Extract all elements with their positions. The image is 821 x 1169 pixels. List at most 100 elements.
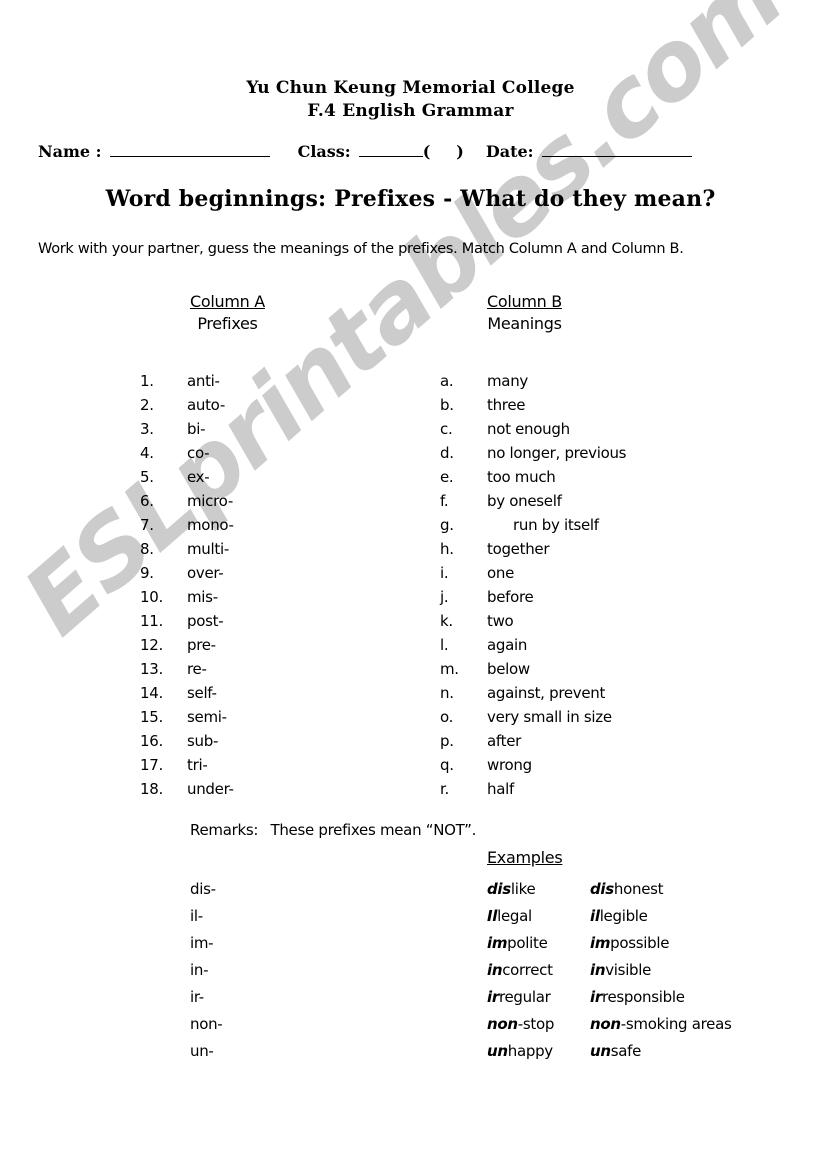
prefix-item[interactable]: 16. sub- — [140, 729, 234, 753]
meaning-item-value: against, prevent — [487, 684, 606, 702]
prefix-item[interactable]: 4. co- — [140, 441, 234, 465]
meaning-item[interactable]: j. before — [440, 585, 626, 609]
meaning-item-marker: a. — [440, 372, 454, 390]
example-word-2: impossible — [590, 934, 670, 952]
prefix-item-marker: 1. — [140, 372, 154, 390]
meaning-item-marker: q. — [440, 756, 454, 774]
prefix-item[interactable]: 14. self- — [140, 681, 234, 705]
meaning-item[interactable]: g. run by itself — [440, 513, 626, 537]
prefix-item-marker: 17. — [140, 756, 163, 774]
prefix-item-value: ex- — [187, 468, 210, 486]
example-row: im-impolite impossible — [190, 930, 732, 957]
prefix-item[interactable]: 12. pre- — [140, 633, 234, 657]
meaning-item-marker: h. — [440, 540, 454, 558]
meaning-item[interactable]: b. three — [440, 393, 626, 417]
paren-open: ( — [422, 142, 431, 161]
example-word-1: irregular — [487, 988, 551, 1006]
meaning-item[interactable]: q. wrong — [440, 753, 626, 777]
prefix-item-marker: 18. — [140, 780, 163, 798]
example-word-2-affix: in — [590, 961, 606, 979]
example-row: dis-dislike dishonest — [190, 876, 732, 903]
meaning-item[interactable]: k. two — [440, 609, 626, 633]
meaning-item[interactable]: f. by oneself — [440, 489, 626, 513]
prefix-item-value: over- — [187, 564, 224, 582]
prefix-item-marker: 16. — [140, 732, 163, 750]
student-info-row: Name : Class: ( ) Date: — [38, 142, 783, 161]
example-word-1: impolite — [487, 934, 548, 952]
meaning-item-value: not enough — [487, 420, 570, 438]
prefix-item-marker: 5. — [140, 468, 154, 486]
prefix-item[interactable]: 3. bi- — [140, 417, 234, 441]
prefix-item-marker: 14. — [140, 684, 163, 702]
meaning-item-marker: j. — [440, 588, 449, 606]
example-word-2: illegible — [590, 907, 648, 925]
prefix-list: 1. anti- 2. auto- 3. bi- 4. co- 5. ex- 6. micro- 7. m… — [140, 369, 234, 801]
meaning-item[interactable]: m. below — [440, 657, 626, 681]
prefix-item[interactable]: 11. post- — [140, 609, 234, 633]
meaning-item[interactable]: p. after — [440, 729, 626, 753]
example-word-1: non-stop — [487, 1015, 555, 1033]
meaning-item-value: before — [487, 588, 534, 606]
example-word-2: irresponsible — [590, 988, 685, 1006]
example-word-1-affix: Il — [487, 907, 498, 925]
meaning-item-marker: c. — [440, 420, 453, 438]
meaning-item[interactable]: o. very small in size — [440, 705, 626, 729]
meaning-item-value: many — [487, 372, 528, 390]
prefix-item[interactable]: 10. mis- — [140, 585, 234, 609]
prefix-item[interactable]: 7. mono- — [140, 513, 234, 537]
prefix-item[interactable]: 5. ex- — [140, 465, 234, 489]
meaning-item-marker: i. — [440, 564, 449, 582]
name-input-rule[interactable] — [109, 143, 270, 157]
meaning-item-marker: e. — [440, 468, 454, 486]
meaning-item-value: very small in size — [487, 708, 612, 726]
prefix-item-value: mono- — [187, 516, 234, 534]
example-prefix: ir- — [190, 988, 204, 1006]
example-prefix: il- — [190, 907, 203, 925]
meaning-item[interactable]: e. too much — [440, 465, 626, 489]
example-word-2-affix: ir — [590, 988, 602, 1006]
prefix-item[interactable]: 8. multi- — [140, 537, 234, 561]
prefix-item-value: pre- — [187, 636, 216, 654]
worksheet-page: Yu Chun Keung Memorial College F.4 Engli… — [0, 0, 821, 1169]
meaning-list: a. many b. three c. not enough d. no longer, pr… — [440, 369, 627, 801]
prefix-item-value: semi- — [187, 708, 227, 726]
column-b-header: Column B Meanings — [487, 292, 562, 333]
page-title: Word beginnings: Prefixes - What do they… — [105, 186, 716, 212]
column-a-header: Column A Prefixes — [190, 292, 265, 333]
examples-heading: Examples — [487, 848, 563, 867]
prefix-item-marker: 6. — [140, 492, 154, 510]
meaning-item-marker: k. — [440, 612, 453, 630]
prefix-item[interactable]: 9. over- — [140, 561, 234, 585]
date-input-rule[interactable] — [541, 143, 692, 157]
example-word-2-affix: dis — [590, 880, 614, 898]
prefix-item[interactable]: 18. under- — [140, 777, 234, 801]
class-input-rule[interactable] — [358, 143, 423, 157]
prefix-item[interactable]: 6. micro- — [140, 489, 234, 513]
example-word-2-affix: im — [590, 934, 611, 952]
meaning-item[interactable]: n. against, prevent — [440, 681, 626, 705]
prefix-item-value: micro- — [187, 492, 233, 510]
meaning-item[interactable]: h. together — [440, 537, 626, 561]
prefix-item[interactable]: 1. anti- — [140, 369, 234, 393]
example-word-2-affix: un — [590, 1042, 611, 1060]
meaning-item[interactable]: a. many — [440, 369, 626, 393]
meaning-item-marker: b. — [440, 396, 454, 414]
example-row: un-unhappy unsafe — [190, 1038, 732, 1065]
prefix-item[interactable]: 17. tri- — [140, 753, 234, 777]
example-word-2: unsafe — [590, 1042, 642, 1060]
prefix-item[interactable]: 2. auto- — [140, 393, 234, 417]
meaning-item[interactable]: d. no longer, previous — [440, 441, 627, 465]
prefix-item-value: under- — [187, 780, 234, 798]
example-row: il- Illegal illegible — [190, 903, 732, 930]
prefix-item[interactable]: 15. semi- — [140, 705, 234, 729]
meaning-item-marker: r. — [440, 780, 449, 798]
meaning-item[interactable]: i. one — [440, 561, 626, 585]
example-word-1-affix: im — [487, 934, 508, 952]
example-word-1: Illegal — [487, 907, 532, 925]
meaning-item[interactable]: l. again — [440, 633, 626, 657]
prefix-item-marker: 3. — [140, 420, 154, 438]
prefix-item[interactable]: 13. re- — [140, 657, 234, 681]
meaning-item-marker: p. — [440, 732, 454, 750]
meaning-item[interactable]: c. not enough — [440, 417, 626, 441]
meaning-item[interactable]: r. half — [440, 777, 626, 801]
